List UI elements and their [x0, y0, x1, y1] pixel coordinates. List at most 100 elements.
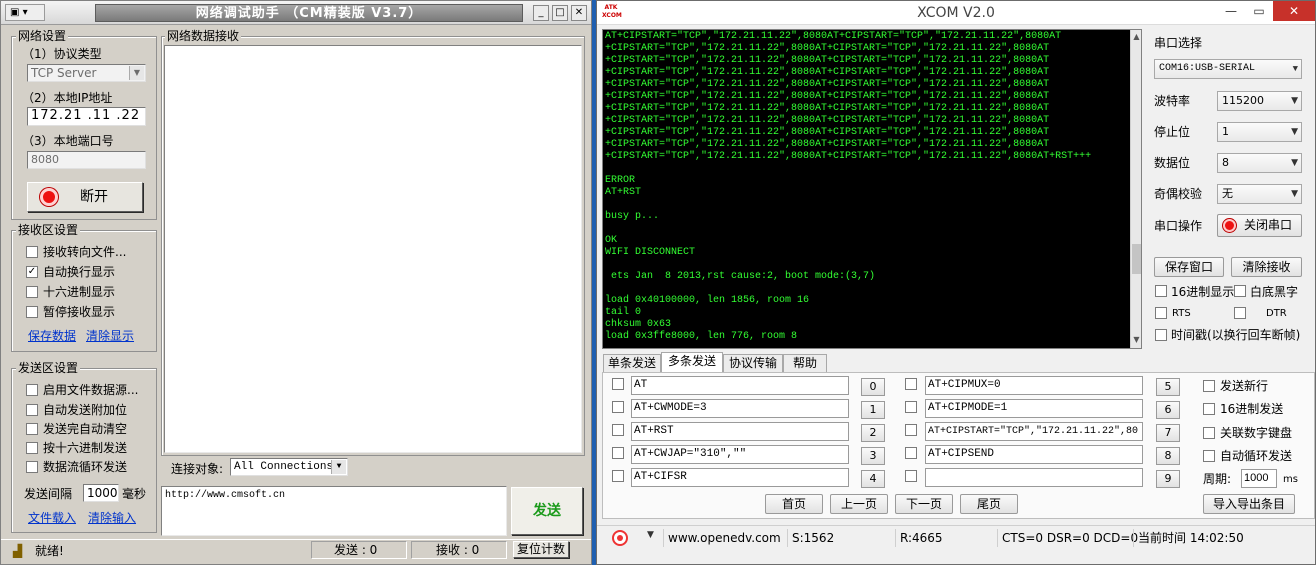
- interval-input[interactable]: 1000: [83, 484, 119, 502]
- timestamp-checkbox[interactable]: [1155, 329, 1167, 341]
- import-export-button[interactable]: 导入导出条目: [1203, 494, 1295, 514]
- parity-select[interactable]: 无 ▼: [1217, 184, 1302, 204]
- minimize-button[interactable]: _: [533, 5, 549, 21]
- send-textarea[interactable]: http://www.cmsoft.cn: [161, 486, 507, 536]
- cmd-0-checkbox[interactable]: [612, 378, 624, 390]
- save-window-button[interactable]: 保存窗口: [1154, 257, 1224, 277]
- send-button[interactable]: 发送: [511, 487, 583, 535]
- auto-wrap-checkbox[interactable]: ✓: [26, 266, 38, 278]
- cmd-2-input[interactable]: AT+RST: [631, 422, 849, 441]
- cmd-3-input[interactable]: AT+CWJAP="310","": [631, 445, 849, 464]
- cmd-7-send-button[interactable]: 7: [1156, 424, 1180, 442]
- port-input[interactable]: 8080: [27, 151, 146, 169]
- period-input[interactable]: 1000: [1241, 469, 1277, 488]
- cmd-3-checkbox[interactable]: [612, 447, 624, 459]
- cmd-1-input[interactable]: AT+CWMODE=3: [631, 399, 849, 418]
- minimize-button[interactable]: —: [1217, 1, 1245, 21]
- hex-display-checkbox[interactable]: [1155, 285, 1167, 297]
- recv-data-textarea[interactable]: [164, 45, 582, 453]
- close-button[interactable]: ✕: [571, 5, 587, 21]
- cmd-4-send-button[interactable]: 4: [861, 470, 885, 488]
- cmd-2-checkbox[interactable]: [612, 424, 624, 436]
- chevron-down-icon[interactable]: ▼: [647, 530, 654, 540]
- terminal-scrollbar[interactable]: ▲ ▼: [1130, 30, 1141, 348]
- cmd-8-checkbox[interactable]: [905, 447, 917, 459]
- cmd-4-input[interactable]: AT+CIFSR: [631, 468, 849, 487]
- first-page-button[interactable]: 首页: [765, 494, 823, 514]
- prev-page-button[interactable]: 上一页: [830, 494, 888, 514]
- file-source-checkbox[interactable]: [26, 384, 38, 396]
- tab-protocol[interactable]: 协议传输: [723, 354, 783, 372]
- cmd-9-checkbox[interactable]: [905, 470, 917, 482]
- hex-send-checkbox[interactable]: [1203, 403, 1215, 415]
- data-bits-select[interactable]: 8 ▼: [1217, 153, 1302, 173]
- red-light-icon: [1223, 219, 1236, 232]
- tab-single-send[interactable]: 单条发送: [603, 354, 661, 372]
- port-select[interactable]: COM16:USB-SERIAL ▼: [1154, 59, 1302, 79]
- cmd-5-send-button[interactable]: 5: [1156, 378, 1180, 396]
- clear-display-link[interactable]: 清除显示: [86, 329, 134, 343]
- connect-target-select[interactable]: All Connections ▼: [230, 458, 348, 476]
- cmd-0-send-button[interactable]: 0: [861, 378, 885, 396]
- send-count: 发送 : 0: [311, 541, 407, 559]
- last-page-button[interactable]: 尾页: [960, 494, 1018, 514]
- cmd-1-checkbox[interactable]: [612, 401, 624, 413]
- maximize-button[interactable]: □: [552, 5, 568, 21]
- baud-select[interactable]: 115200 ▼: [1217, 91, 1302, 111]
- cmd-6-checkbox[interactable]: [905, 401, 917, 413]
- scroll-down-icon[interactable]: ▼: [1131, 335, 1141, 344]
- cmd-9-input[interactable]: [925, 468, 1143, 487]
- reset-count-button[interactable]: 复位计数: [513, 541, 569, 558]
- maximize-button[interactable]: ▭: [1245, 1, 1273, 21]
- hex-send-checkbox[interactable]: [26, 442, 38, 454]
- cmd-2-send-button[interactable]: 2: [861, 424, 885, 442]
- cmd-3-send-button[interactable]: 3: [861, 447, 885, 465]
- rts-checkbox[interactable]: [1155, 307, 1167, 319]
- cmd-5-input[interactable]: AT+CIPMUX=0: [925, 376, 1143, 395]
- cmd-5-checkbox[interactable]: [905, 378, 917, 390]
- loop-send-label: 数据流循环发送: [43, 460, 128, 474]
- dtr-checkbox[interactable]: [1234, 307, 1246, 319]
- send-newline-checkbox[interactable]: [1203, 380, 1215, 392]
- loop-send-checkbox[interactable]: [26, 461, 38, 473]
- cmd-4-checkbox[interactable]: [612, 470, 624, 482]
- cmd-7-input[interactable]: AT+CIPSTART="TCP","172.21.11.22",80: [925, 422, 1143, 441]
- file-load-link[interactable]: 文件载入: [28, 511, 76, 525]
- receive-terminal[interactable]: AT+CIPSTART="TCP","172.21.11.22",8080AT+…: [602, 29, 1142, 349]
- cmd-6-input[interactable]: AT+CIPMODE=1: [925, 399, 1143, 418]
- hex-display-checkbox[interactable]: [26, 286, 38, 298]
- append-bit-checkbox[interactable]: [26, 404, 38, 416]
- save-data-link[interactable]: 保存数据: [28, 329, 76, 343]
- white-black-checkbox[interactable]: [1234, 285, 1246, 297]
- next-page-button[interactable]: 下一页: [895, 494, 953, 514]
- system-menu-button[interactable]: ▣ ▾: [5, 4, 45, 21]
- status-url[interactable]: www.openedv.com: [663, 529, 785, 547]
- stop-bits-select[interactable]: 1 ▼: [1217, 122, 1302, 142]
- disconnect-label: 断开: [80, 189, 108, 205]
- loop-send-checkbox[interactable]: [1203, 450, 1215, 462]
- close-button[interactable]: ✕: [1273, 1, 1315, 21]
- cmd-8-send-button[interactable]: 8: [1156, 447, 1180, 465]
- tab-help[interactable]: 帮助: [783, 354, 827, 372]
- clear-recv-button[interactable]: 清除接收: [1231, 257, 1302, 277]
- protocol-select[interactable]: TCP Server ▼: [27, 64, 146, 82]
- clear-input-link[interactable]: 清除输入: [88, 511, 136, 525]
- cmd-1-send-button[interactable]: 1: [861, 401, 885, 419]
- cmd-7-checkbox[interactable]: [905, 424, 917, 436]
- pause-recv-checkbox[interactable]: [26, 306, 38, 318]
- cmd-0-input[interactable]: AT: [631, 376, 849, 395]
- cmd-9-send-button[interactable]: 9: [1156, 470, 1180, 488]
- close-port-button[interactable]: 关闭串口: [1217, 214, 1302, 237]
- ip-input[interactable]: 172.21 .11 .22: [27, 107, 146, 126]
- auto-clear-checkbox[interactable]: [26, 423, 38, 435]
- right-window-title: XCOM V2.0: [917, 5, 995, 21]
- scroll-thumb[interactable]: [1132, 244, 1141, 274]
- tab-multi-send[interactable]: 多条发送: [661, 352, 723, 373]
- cmd-6-send-button[interactable]: 6: [1156, 401, 1180, 419]
- recv-to-file-checkbox[interactable]: [26, 246, 38, 258]
- cmd-8-input[interactable]: AT+CIPSEND: [925, 445, 1143, 464]
- keyboard-checkbox[interactable]: [1203, 427, 1215, 439]
- disconnect-button[interactable]: 断开: [27, 182, 143, 212]
- settings-gear-icon[interactable]: [612, 530, 628, 546]
- scroll-up-icon[interactable]: ▲: [1131, 32, 1141, 41]
